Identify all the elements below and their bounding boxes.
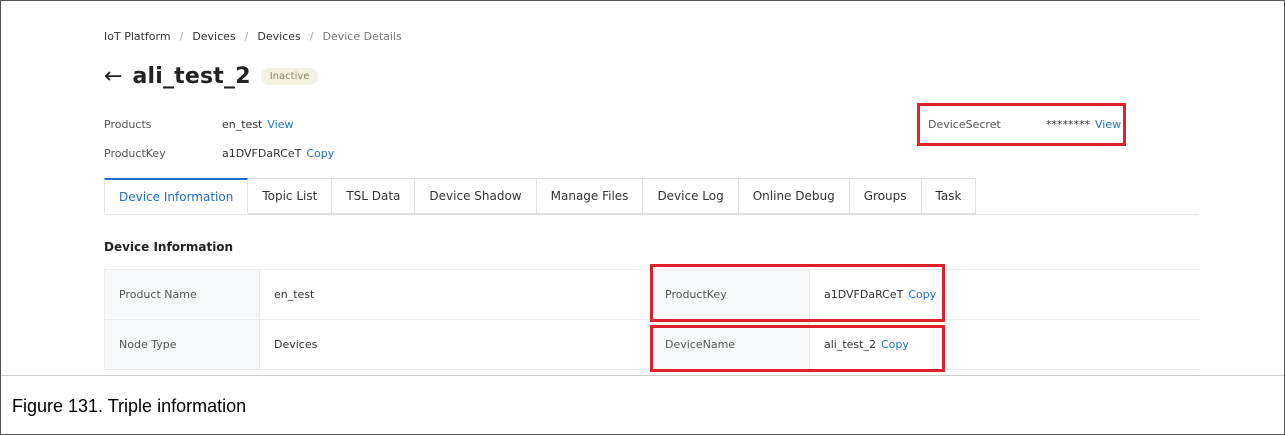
section-title: Device Information bbox=[104, 240, 234, 254]
tab-topic-list[interactable]: Topic List bbox=[248, 178, 333, 214]
breadcrumb-separator: / bbox=[309, 30, 314, 43]
tab-groups[interactable]: Groups bbox=[849, 178, 922, 214]
arrow-left-icon[interactable]: ← bbox=[104, 65, 122, 88]
productkey-value: a1DVFDaRCeT bbox=[222, 147, 302, 160]
devicename-highlight-box bbox=[650, 325, 945, 372]
breadcrumb-device-details: Device Details bbox=[322, 30, 402, 43]
products-label: Products bbox=[104, 118, 152, 131]
screenshot-area: IoT Platform / Devices / Devices / Device Deta… bbox=[0, 0, 1285, 375]
product-name-value: en_test bbox=[274, 288, 315, 301]
product-name-label: Product Name bbox=[104, 270, 260, 319]
breadcrumb-separator: / bbox=[244, 30, 249, 43]
productkey-highlight-box bbox=[650, 264, 945, 322]
tab-device-shadow[interactable]: Device Shadow bbox=[415, 178, 537, 214]
tab-online-debug[interactable]: Online Debug bbox=[738, 178, 850, 214]
title-row: ← ali_test_2 Inactive bbox=[104, 64, 319, 89]
caption-divider bbox=[1, 375, 1284, 376]
breadcrumb-separator: / bbox=[179, 30, 184, 43]
tab-tsl-data[interactable]: TSL Data bbox=[332, 178, 416, 214]
meta-productkey: ProductKey a1DVFDaRCeT Copy bbox=[104, 147, 334, 160]
tab-bar: Device Information Topic List TSL Data D… bbox=[104, 178, 977, 214]
status-badge: Inactive bbox=[260, 68, 319, 85]
devicesecret-highlight-box bbox=[917, 103, 1126, 146]
meta-products: Products en_test View bbox=[104, 118, 293, 131]
figure-caption: Figure 131. Triple information bbox=[12, 396, 247, 416]
page-title: ali_test_2 bbox=[132, 64, 251, 89]
tab-device-information[interactable]: Device Information bbox=[104, 178, 249, 214]
products-view-link[interactable]: View bbox=[267, 118, 293, 131]
breadcrumb: IoT Platform / Devices / Devices / Device Deta… bbox=[104, 30, 402, 43]
tab-task[interactable]: Task bbox=[921, 178, 977, 214]
productkey-copy-link[interactable]: Copy bbox=[306, 147, 334, 160]
breadcrumb-iot-platform[interactable]: IoT Platform bbox=[104, 30, 171, 43]
breadcrumb-devices-list[interactable]: Devices bbox=[257, 30, 300, 43]
breadcrumb-devices[interactable]: Devices bbox=[192, 30, 235, 43]
tab-device-log[interactable]: Device Log bbox=[643, 178, 739, 214]
tab-manage-files[interactable]: Manage Files bbox=[536, 178, 644, 214]
products-value: en_test bbox=[222, 118, 263, 131]
productkey-label: ProductKey bbox=[104, 147, 166, 160]
node-type-label: Node Type bbox=[104, 320, 260, 369]
tab-divider bbox=[104, 214, 1199, 215]
node-type-value: Devices bbox=[274, 338, 318, 351]
